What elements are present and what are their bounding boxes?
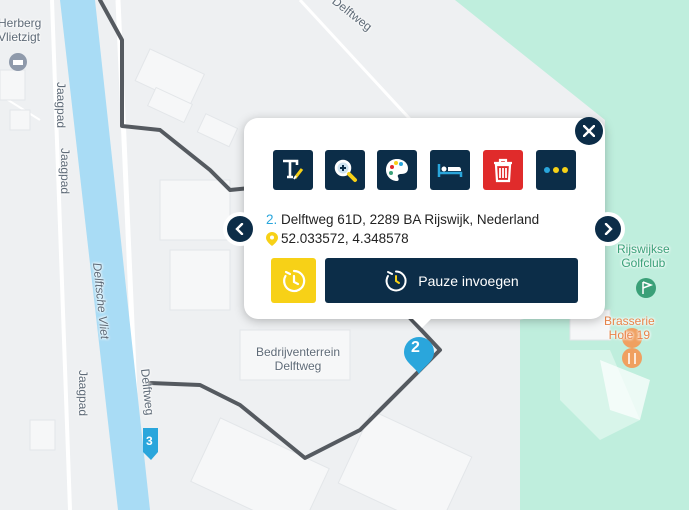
coordinates-text: 52.033572, 4.348578 (281, 231, 409, 246)
stop-index: 2. (266, 212, 278, 227)
chevron-right-icon (604, 223, 613, 235)
label-herberg: Herberg Vlietzigt (0, 16, 42, 44)
hotel-pin-icon (9, 53, 27, 71)
color-button[interactable] (377, 150, 417, 190)
label-brasserie: Brasserie Hole 19 (604, 314, 655, 342)
more-button[interactable] (536, 150, 576, 190)
overnight-button[interactable] (430, 150, 470, 190)
stop-popup: 2. Delftweg 61D, 2289 BA Rijswijk, Neder… (227, 117, 621, 328)
insert-pause-label: Pauze invoegen (418, 272, 519, 289)
insert-pause-button[interactable]: Pauze invoegen (325, 258, 578, 303)
more-icon (544, 167, 568, 173)
label-golfclub: Rijswijkse Golfclub (617, 242, 670, 270)
label-jaagpad-3: Jaagpad (76, 370, 90, 417)
stopwatch-icon (282, 269, 305, 292)
timer-button[interactable] (271, 258, 316, 303)
stop-address: 2. Delftweg 61D, 2289 BA Rijswijk, Neder… (266, 210, 539, 230)
trash-icon (494, 158, 512, 183)
close-icon (583, 125, 595, 137)
zoom-icon (334, 159, 357, 182)
close-button[interactable] (575, 117, 603, 145)
stop-address-text: Delftweg 61D, 2289 BA Rijswijk, Nederlan… (281, 212, 540, 227)
route-marker-3-number: 3 (146, 434, 153, 448)
delete-button[interactable] (483, 150, 523, 190)
label-jaagpad-2: Jaagpad (58, 148, 72, 195)
palette-icon (386, 159, 408, 181)
chevron-left-icon (235, 223, 244, 235)
label-jaagpad-1: Jaagpad (54, 82, 68, 129)
bed-icon (437, 164, 463, 177)
edit-text-button[interactable] (273, 150, 313, 190)
popup-tail (412, 318, 432, 328)
pause-timer-icon (385, 269, 407, 291)
label-bedrijventerrein: Bedrijventerrein Delftweg (256, 345, 341, 373)
text-edit-icon (283, 159, 304, 180)
previous-stop-button[interactable] (227, 216, 253, 242)
next-stop-button[interactable] (595, 216, 621, 242)
zoom-button[interactable] (325, 150, 365, 190)
location-pin-icon (266, 232, 278, 246)
route-marker-2-number: 2 (411, 339, 420, 356)
golf-pin-icon (636, 278, 656, 298)
stop-coordinates: 52.033572, 4.348578 (266, 229, 409, 249)
